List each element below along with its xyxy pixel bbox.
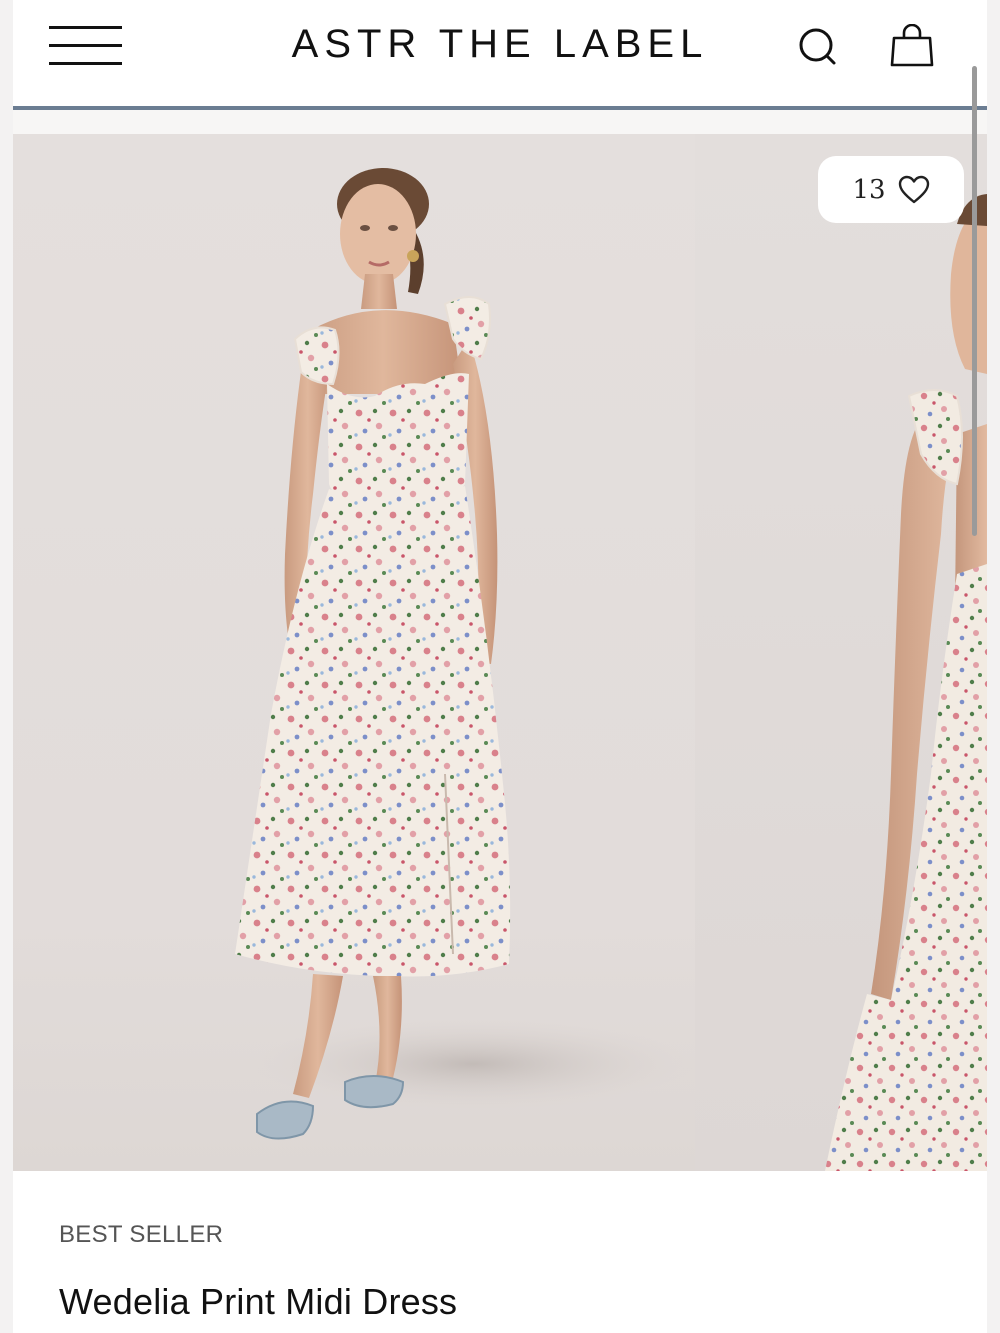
search-button[interactable]	[797, 26, 837, 66]
product-image-front[interactable]	[13, 134, 695, 1171]
product-info: BEST SELLER Wedelia Print Midi Dress	[13, 1171, 987, 1333]
search-icon	[799, 28, 836, 65]
best-seller-badge: BEST SELLER	[59, 1221, 224, 1248]
site-header: ASTR THE LABEL	[13, 0, 987, 106]
shopping-bag-icon	[890, 23, 934, 67]
product-title: Wedelia Print Midi Dress	[59, 1281, 458, 1322]
page-frame-right	[987, 0, 1000, 1333]
hamburger-menu-icon	[49, 26, 122, 29]
product-image-side[interactable]	[695, 134, 987, 1171]
like-count: 13	[852, 174, 886, 205]
menu-button[interactable]	[49, 26, 122, 66]
hamburger-menu-icon	[49, 62, 122, 65]
wishlist-button[interactable]: 13	[818, 156, 964, 223]
page-scrollbar[interactable]	[972, 66, 977, 536]
model-photo-front	[235, 168, 693, 1140]
page-frame-left	[0, 0, 13, 1333]
header-spacer	[13, 110, 987, 134]
cart-button[interactable]	[889, 23, 935, 68]
model-photo-side	[825, 194, 987, 1171]
product-image-gallery[interactable]: 13	[13, 134, 987, 1171]
brand-logo[interactable]: ASTR THE LABEL	[213, 22, 787, 66]
heart-outline-icon	[898, 175, 929, 203]
hamburger-menu-icon	[49, 44, 122, 47]
